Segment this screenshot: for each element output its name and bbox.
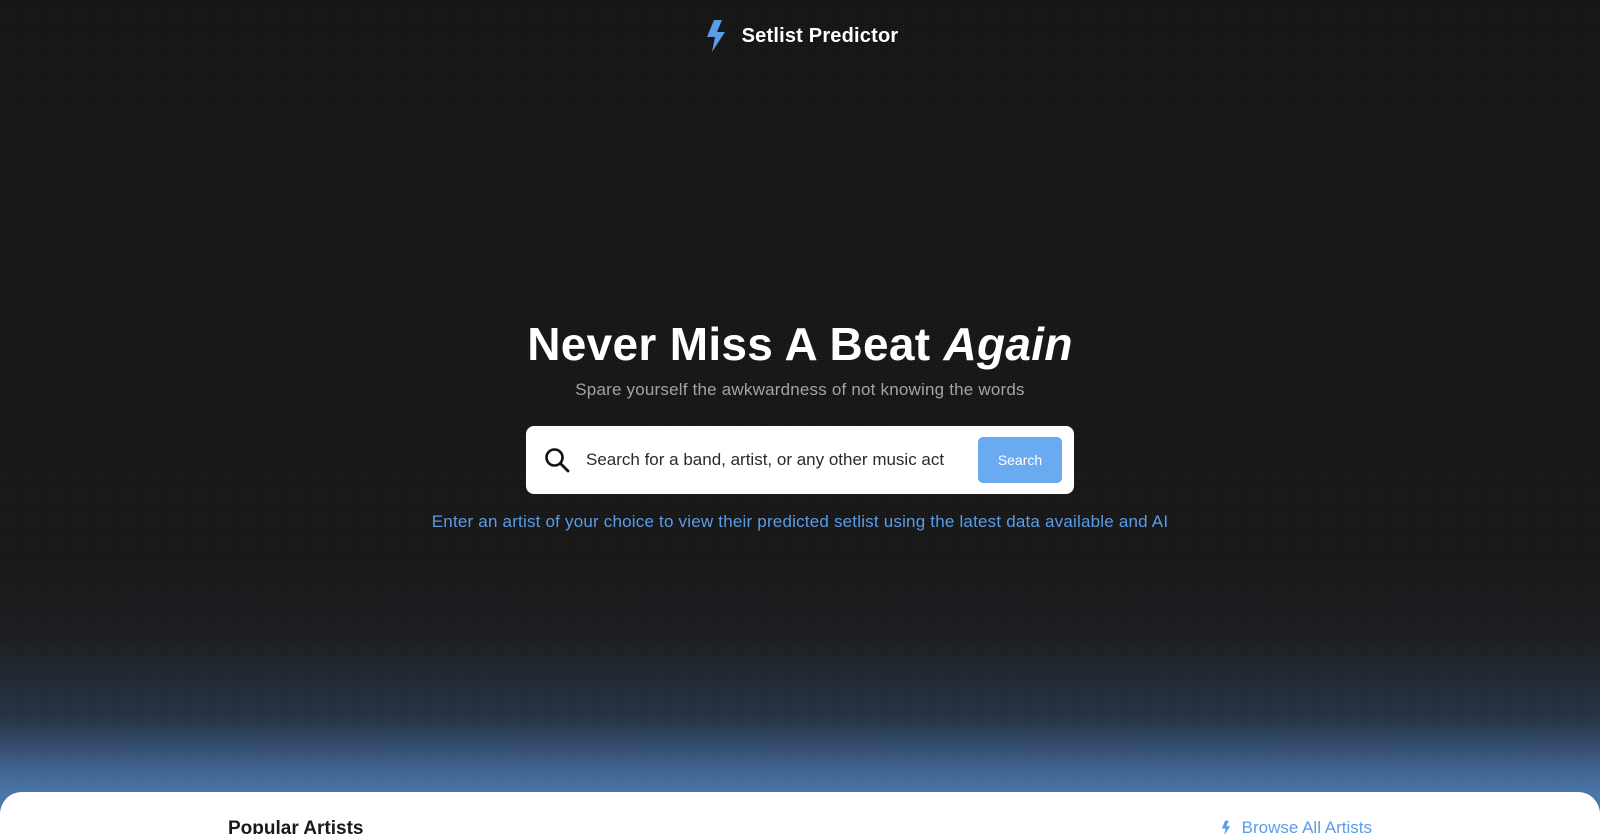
search-bar: Search [526, 426, 1074, 494]
brand-name[interactable]: Setlist Predictor [742, 25, 899, 48]
subheadline: Spare yourself the awkwardness of not kn… [575, 380, 1025, 399]
background-texture [0, 0, 1600, 834]
popular-artists-panel: Popular Artists Browse All Artists [0, 792, 1600, 834]
search-icon [542, 445, 572, 475]
page-title: Never Miss A Beat Again [0, 316, 1600, 372]
headline-main: Never Miss A Beat [527, 318, 944, 370]
page: Setlist Predictor Never Miss A Beat Agai… [0, 0, 1600, 834]
lightning-bolt-icon[interactable] [702, 18, 730, 54]
lightning-bolt-icon [1221, 820, 1230, 834]
headline-emphasis: Again [943, 318, 1073, 370]
site-header: Setlist Predictor [0, 18, 1600, 54]
search-helper-text: Enter an artist of your choice to view t… [431, 512, 1169, 531]
browse-all-artists-link[interactable]: Browse All Artists [1220, 818, 1372, 834]
hero: Never Miss A Beat Again Spare yourself t… [0, 316, 1600, 400]
search-input[interactable] [586, 440, 978, 480]
popular-artists-title: Popular Artists [228, 818, 364, 834]
search-button[interactable]: Search [978, 437, 1062, 483]
browse-all-artists-label: Browse All Artists [1241, 818, 1372, 834]
